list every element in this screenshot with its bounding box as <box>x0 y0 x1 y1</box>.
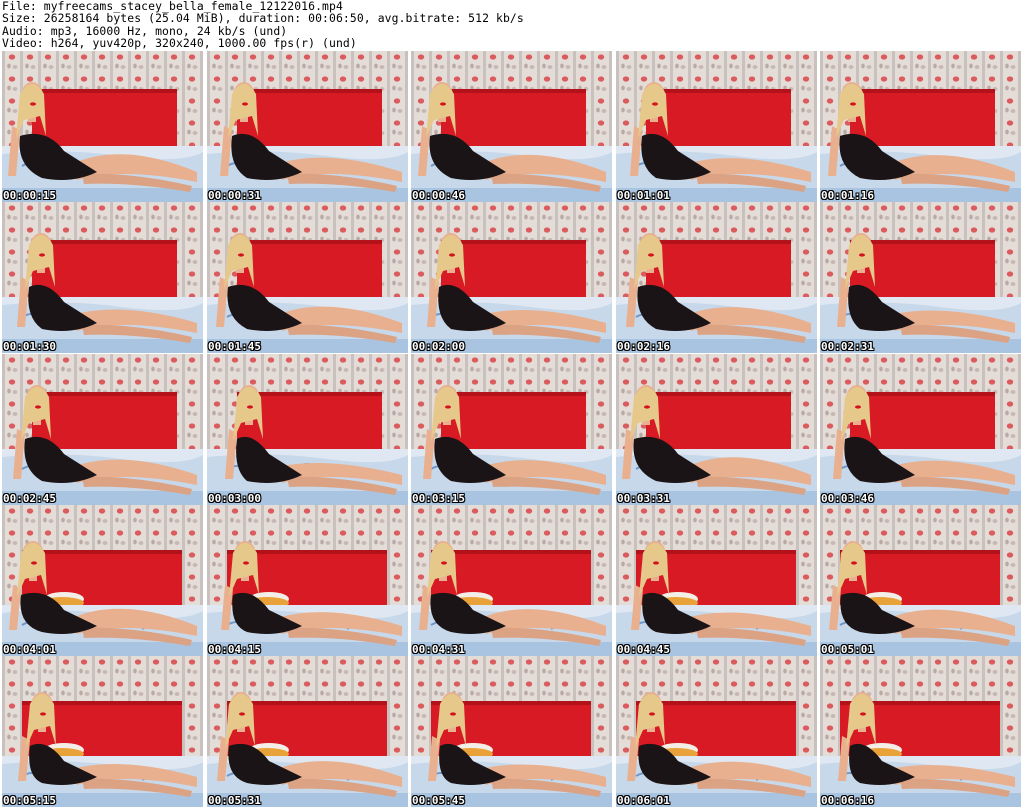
frame-timestamp: 00:03:00 <box>208 492 261 505</box>
frame-timestamp: 00:05:01 <box>821 643 874 656</box>
video-thumbnail: 00:02:45 <box>2 354 203 505</box>
frame-image <box>2 51 203 202</box>
frame-image <box>207 202 408 353</box>
frame-image <box>207 505 408 656</box>
frame-timestamp: 00:00:15 <box>3 189 56 202</box>
frame-timestamp: 00:03:31 <box>617 492 670 505</box>
file-size-line: Size: 26258164 bytes (25.04 MiB), durati… <box>2 11 524 26</box>
frame-image <box>616 505 817 656</box>
frame-timestamp: 00:03:46 <box>821 492 874 505</box>
frame-image <box>616 51 817 202</box>
frame-image <box>2 202 203 353</box>
frame-image <box>411 202 612 353</box>
video-thumbnail: 00:01:16 <box>820 51 1021 202</box>
frame-timestamp: 00:05:31 <box>208 794 261 807</box>
frame-image <box>207 51 408 202</box>
frame-timestamp: 00:01:01 <box>617 189 670 202</box>
frame-image <box>820 505 1021 656</box>
frame-image <box>2 505 203 656</box>
frame-timestamp: 00:06:16 <box>821 794 874 807</box>
video-thumbnail: 00:02:00 <box>411 202 612 353</box>
frame-timestamp: 00:04:31 <box>412 643 465 656</box>
video-thumbnail: 00:05:01 <box>820 505 1021 656</box>
frame-timestamp: 00:02:16 <box>617 340 670 353</box>
video-info-line: Video: h264, yuv420p, 320x240, 1000.00 f… <box>2 35 357 50</box>
video-thumbnail: 00:02:31 <box>820 202 1021 353</box>
video-thumbnail: 00:03:31 <box>616 354 817 505</box>
video-thumbnail: 00:05:31 <box>207 656 408 807</box>
video-thumbnail: 00:00:46 <box>411 51 612 202</box>
frame-timestamp: 00:01:45 <box>208 340 261 353</box>
frame-timestamp: 00:01:16 <box>821 189 874 202</box>
frame-timestamp: 00:01:30 <box>3 340 56 353</box>
video-thumbnail: 00:01:01 <box>616 51 817 202</box>
frame-timestamp: 00:04:15 <box>208 643 261 656</box>
frame-image <box>616 354 817 505</box>
frame-image <box>411 51 612 202</box>
frame-timestamp: 00:06:01 <box>617 794 670 807</box>
video-thumbnail: 00:03:46 <box>820 354 1021 505</box>
frame-image <box>2 656 203 807</box>
video-thumbnail: 00:04:01 <box>2 505 203 656</box>
frame-timestamp: 00:04:01 <box>3 643 56 656</box>
video-thumbnail: 00:01:30 <box>2 202 203 353</box>
video-thumbnail: 00:00:31 <box>207 51 408 202</box>
video-thumbnail: 00:06:01 <box>616 656 817 807</box>
frame-image <box>207 354 408 505</box>
frame-image <box>616 202 817 353</box>
frame-image <box>616 656 817 807</box>
frame-timestamp: 00:03:15 <box>412 492 465 505</box>
video-thumbnail: 00:02:16 <box>616 202 817 353</box>
thumbnail-grid: 00:00:15 00:00:31 00:00:46 00:01:01 00:01:16… <box>2 51 1022 807</box>
frame-image <box>411 354 612 505</box>
frame-image <box>820 51 1021 202</box>
video-thumbnail: 00:04:45 <box>616 505 817 656</box>
file-info-header: File: myfreecams_stacey_bella_female_121… <box>2 0 1022 49</box>
video-thumbnail: 00:01:45 <box>207 202 408 353</box>
frame-timestamp: 00:04:45 <box>617 643 670 656</box>
frame-image <box>2 354 203 505</box>
frame-image <box>411 505 612 656</box>
frame-timestamp: 00:02:00 <box>412 340 465 353</box>
frame-timestamp: 00:02:31 <box>821 340 874 353</box>
frame-timestamp: 00:02:45 <box>3 492 56 505</box>
frame-timestamp: 00:05:15 <box>3 794 56 807</box>
frame-image <box>820 656 1021 807</box>
video-thumbnail: 00:03:00 <box>207 354 408 505</box>
frame-timestamp: 00:05:45 <box>412 794 465 807</box>
video-thumbnail: 00:05:15 <box>2 656 203 807</box>
video-thumbnail: 00:03:15 <box>411 354 612 505</box>
frame-image <box>820 202 1021 353</box>
video-thumbnail: 00:05:45 <box>411 656 612 807</box>
frame-timestamp: 00:00:31 <box>208 189 261 202</box>
video-thumbnail: 00:04:15 <box>207 505 408 656</box>
video-thumbnail: 00:06:16 <box>820 656 1021 807</box>
frame-image <box>820 354 1021 505</box>
frame-image <box>207 656 408 807</box>
video-thumbnail: 00:04:31 <box>411 505 612 656</box>
video-thumbnail: 00:00:15 <box>2 51 203 202</box>
frame-timestamp: 00:00:46 <box>412 189 465 202</box>
frame-image <box>411 656 612 807</box>
